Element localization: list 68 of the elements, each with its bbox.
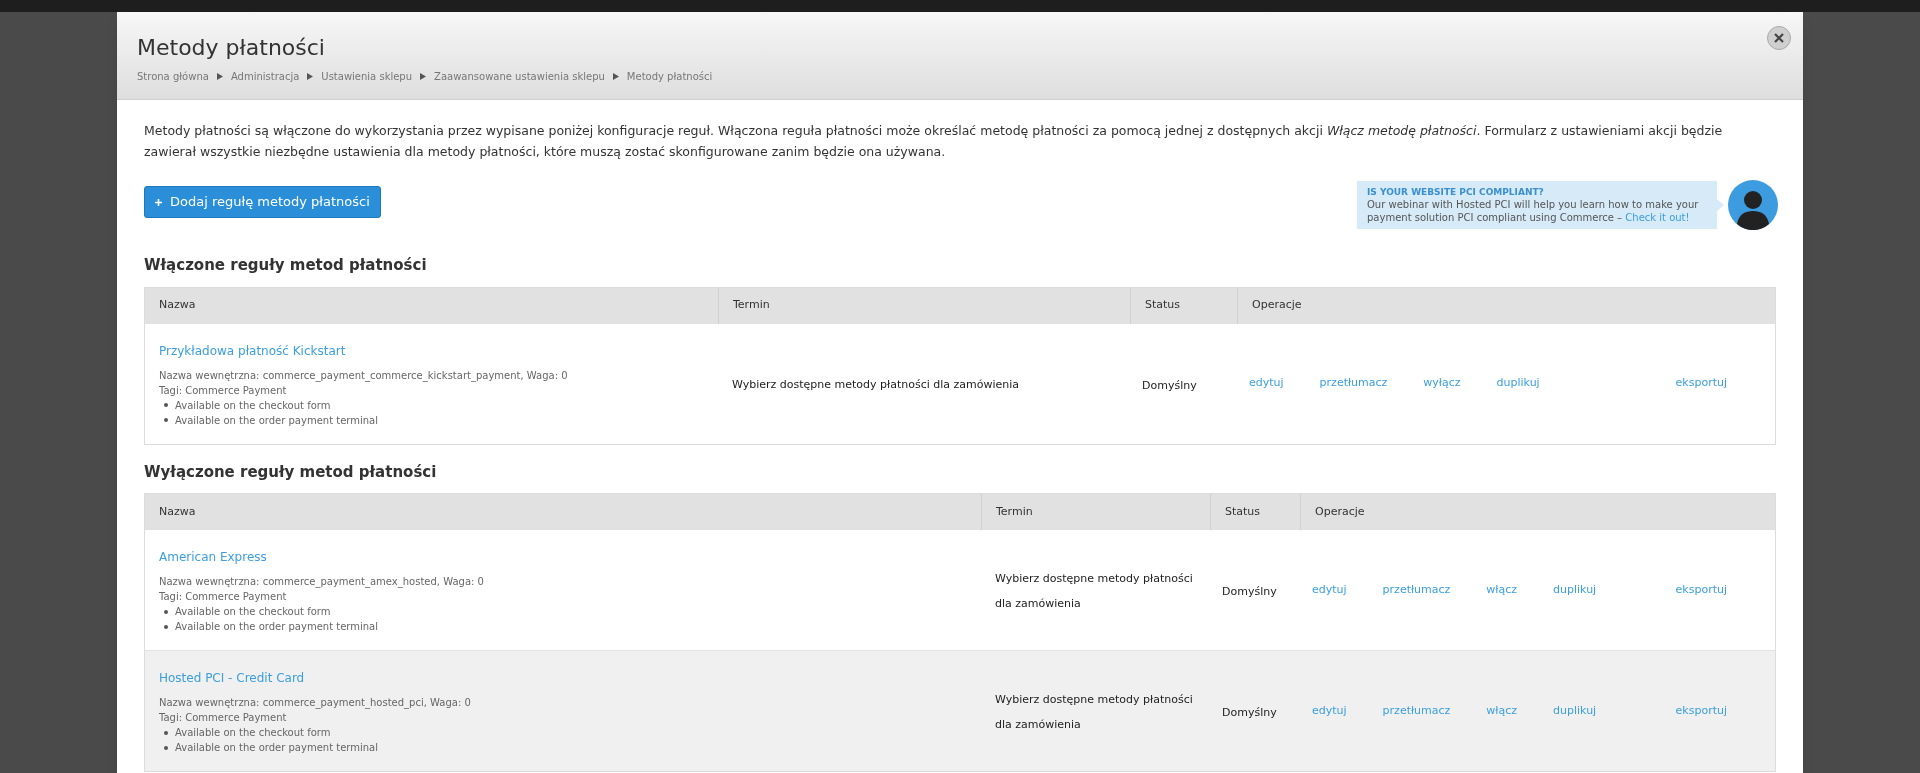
avatar-silhouette-icon: [1728, 180, 1778, 230]
operation-link[interactable]: eksportuj: [1675, 702, 1727, 720]
promo-heading: IS YOUR WEBSITE PCI COMPLIANT?: [1367, 186, 1545, 198]
bullet-icon: [164, 418, 168, 422]
operation-link[interactable]: edytuj: [1312, 581, 1347, 599]
availability-text: Available on the order payment terminal: [175, 413, 378, 428]
triangle-right-icon: [612, 73, 619, 80]
term-text: Wybierz dostępne metody płatności dla zamówienia: [995, 693, 1193, 731]
tags-text: Tagi: Commerce Payment: [159, 383, 288, 398]
triangle-right-icon: [420, 73, 427, 80]
operation-link[interactable]: włącz: [1486, 581, 1518, 599]
availability-text: Available on the checkout form: [175, 605, 331, 619]
breadcrumb-link[interactable]: Zaawansowane ustawienia sklepu: [434, 69, 605, 84]
operation-link[interactable]: duplikuj: [1553, 581, 1597, 599]
availability-text: Available on the order payment terminal: [175, 620, 378, 634]
operation-link[interactable]: duplikuj: [1553, 702, 1597, 720]
rule-name-link[interactable]: Przykładowa płatność Kickstart: [159, 341, 346, 360]
tags-text: Tagi: Commerce Payment: [159, 590, 288, 604]
term-text: Wybierz dostępne metody płatności dla zamówienia: [732, 378, 1020, 391]
status-text: Domyślny: [1222, 706, 1277, 719]
triangle-right-icon: [216, 73, 223, 80]
close-button[interactable]: [1767, 26, 1791, 50]
operation-link[interactable]: włącz: [1486, 702, 1518, 720]
modal-title: Metody płatności: [137, 34, 325, 62]
status-text: Domyślny: [1142, 378, 1197, 392]
operation-link[interactable]: edytuj: [1249, 375, 1284, 392]
availability-text: Available on the checkout form: [175, 726, 331, 740]
bullet-icon: [164, 609, 168, 614]
operation-link[interactable]: edytuj: [1312, 702, 1347, 720]
add-rule-button[interactable]: Dodaj regułę metody płatności: [144, 186, 381, 218]
bullet-icon: [164, 745, 168, 750]
rule-name-link[interactable]: Hosted PCI - Credit Card: [159, 669, 305, 687]
operation-link[interactable]: przetłumacz: [1319, 375, 1388, 392]
operation-link[interactable]: duplikuj: [1496, 375, 1540, 392]
bullet-icon: [164, 730, 168, 735]
column-header: Operacje: [1237, 287, 1747, 324]
operation-link[interactable]: przetłumacz: [1382, 581, 1451, 599]
triangle-right-icon: [307, 73, 314, 80]
tags-text: Tagi: Commerce Payment: [159, 711, 288, 725]
column-header: Nazwa: [158, 503, 197, 520]
section-title: Wyłączone reguły metod płatności: [144, 461, 438, 483]
machine-name-text: Nazwa wewnętrzna: commerce_payment_hosted_pci, Waga: 0: [159, 696, 472, 710]
breadcrumb-link[interactable]: Metody płatności: [626, 69, 713, 84]
column-header: Termin: [718, 287, 1130, 324]
machine-name-text: Nazwa wewnętrzna: commerce_payment_commerce_kickstart_payment, Waga: 0: [159, 368, 569, 383]
bullet-icon: [164, 403, 168, 407]
operation-link[interactable]: eksportuj: [1675, 581, 1727, 599]
column-header: Nazwa: [158, 297, 197, 314]
breadcrumb-link[interactable]: Strona główna: [137, 69, 209, 84]
plus-icon: [155, 198, 162, 206]
machine-name-text: Nazwa wewnętrzna: commerce_payment_amex_hosted, Waga: 0: [159, 575, 485, 589]
bullet-icon: [164, 624, 168, 629]
rule-name-link[interactable]: American Express: [159, 548, 267, 566]
operation-link[interactable]: eksportuj: [1675, 375, 1727, 392]
promo-text: Our webinar with Hosted PCI will help you learn how to make your payment solution PCI compliant using Commerce – Check it out!: [1367, 198, 1700, 224]
status-text: Domyślny: [1222, 585, 1277, 598]
operation-link[interactable]: wyłącz: [1423, 375, 1461, 392]
description-text: Metody płatności są włączone do wykorzystania przez wypisane poniżej konfiguracje reguł. Włączona reguła płatności może określać metodę płatności za pomocą jednej z dostępnych akcji Włącz metodę płatności. Formularz z ustawieniami akcji będzie zawierał wszystkie niezbędne ustawienia dla metody płatności, które muszą zostać skonfigurowane zanim będzie ona używana.: [144, 122, 1724, 161]
breadcrumb-link[interactable]: Ustawienia sklepu: [321, 69, 413, 84]
column-header: Status: [1130, 287, 1237, 324]
breadcrumb-link[interactable]: Administracja: [230, 69, 300, 84]
check-it-out-link[interactable]: Check it out!: [1625, 212, 1690, 223]
close-icon: [1774, 33, 1784, 43]
availability-text: Available on the checkout form: [175, 398, 331, 413]
operation-link[interactable]: przetłumacz: [1382, 702, 1451, 720]
availability-text: Available on the order payment terminal: [175, 741, 378, 755]
term-text: Wybierz dostępne metody płatności dla zamówienia: [995, 572, 1193, 610]
section-title: Włączone reguły metod płatności: [144, 255, 428, 276]
